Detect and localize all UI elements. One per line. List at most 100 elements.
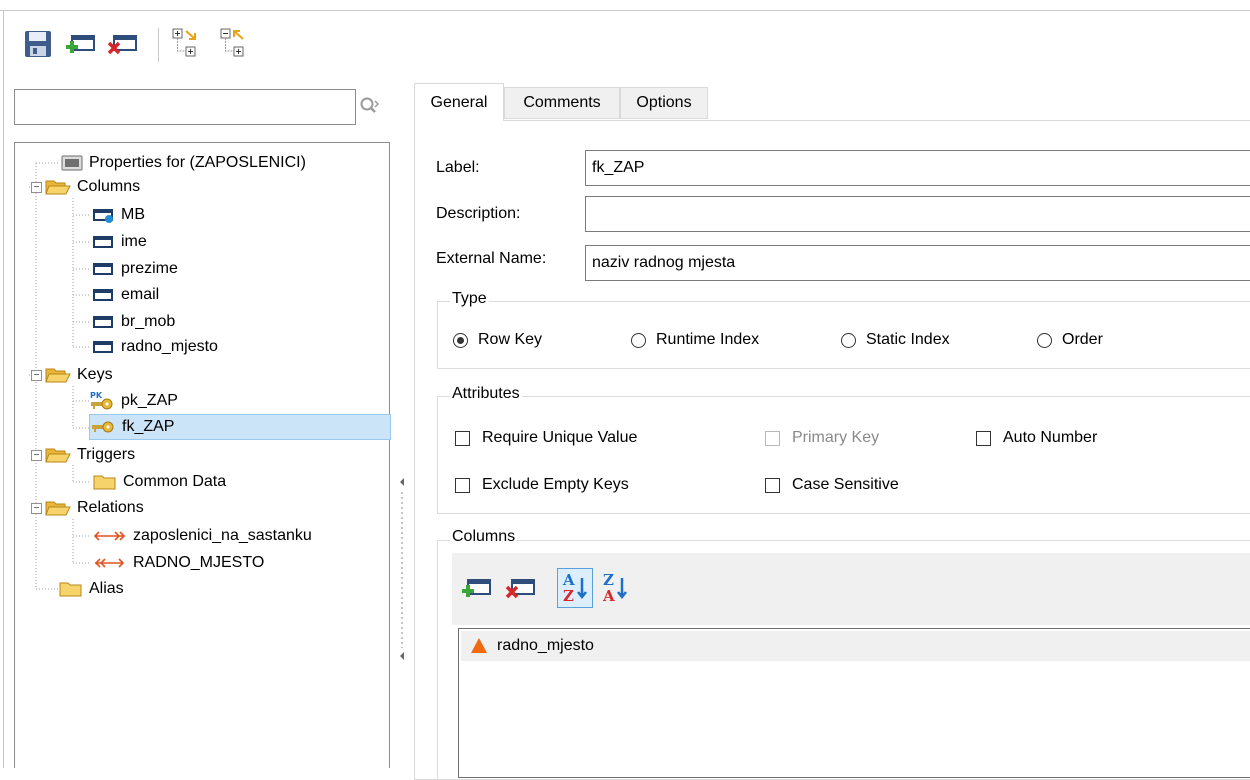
checkbox-label: Exclude Empty Keys (482, 476, 629, 493)
external-name-input[interactable]: naziv radnog mjesta (585, 245, 1250, 281)
search-icon (360, 97, 380, 113)
tree-item-common-data[interactable]: Common Data (93, 469, 226, 495)
keys-expander[interactable]: − (31, 370, 42, 381)
primary-key-icon: PK (90, 391, 113, 410)
relations-expander[interactable]: − (31, 503, 42, 514)
add-key-button[interactable] (62, 26, 98, 62)
warning-triangle-icon (471, 638, 487, 653)
tab-bar: General Comments Options (414, 83, 1250, 121)
tab-label: General (430, 93, 488, 111)
tree-item-label: Alias (89, 580, 124, 597)
row-key-radio[interactable]: Row Key (453, 331, 542, 349)
tree-search-input[interactable] (14, 89, 356, 125)
radio-label: Order (1062, 331, 1103, 348)
triggers-expander[interactable]: − (31, 450, 42, 461)
require-unique-checkbox[interactable]: Require Unique Value (455, 429, 637, 447)
tree-item-key-pk[interactable]: PK pk_ZAP (89, 388, 178, 414)
tree-item-column-radno-mjesto[interactable]: radno_mjesto (93, 334, 218, 360)
remove-column-button[interactable] (502, 568, 538, 608)
column-icon (93, 316, 113, 328)
runtime-index-radio[interactable]: Runtime Index (631, 331, 759, 349)
columns-expander[interactable]: − (31, 182, 42, 193)
tree-item-label: radno_mjesto (121, 338, 218, 355)
case-sensitive-checkbox[interactable]: Case Sensitive (765, 476, 899, 494)
tree-item-triggers[interactable]: Triggers (45, 442, 135, 468)
expand-tree-icon (172, 28, 196, 57)
exclude-empty-keys-checkbox[interactable]: Exclude Empty Keys (455, 476, 629, 494)
label-input[interactable]: fk_ZAP (585, 150, 1250, 186)
checkbox-unchecked (765, 477, 780, 493)
svg-text:A: A (602, 587, 615, 605)
column-icon (93, 341, 113, 353)
static-index-radio[interactable]: Static Index (841, 331, 950, 349)
tree-item-key-fk[interactable]: fk_ZAP (89, 414, 391, 440)
column-icon (93, 263, 113, 275)
sort-ascending-button[interactable]: A Z (557, 568, 593, 608)
type-group-title: Type (450, 290, 489, 308)
tree-item-relation-zaposlenici[interactable]: zaposlenici_na_sastanku (93, 523, 312, 549)
search-button[interactable] (356, 92, 384, 120)
tree-item-column-br-mob[interactable]: br_mob (93, 309, 175, 335)
radio-unselected (1037, 332, 1052, 348)
tree-item-label: MB (121, 206, 145, 223)
collapse-all-button[interactable] (216, 26, 252, 62)
delete-key-button[interactable] (104, 26, 140, 62)
tab-options[interactable]: Options (620, 87, 708, 119)
auto-number-checkbox[interactable]: Auto Number (976, 429, 1097, 447)
splitter-grip (400, 478, 404, 660)
label-field-label: Label: (436, 159, 480, 176)
tree-item-column-mb[interactable]: MB (93, 202, 145, 228)
window-left-border (3, 10, 4, 768)
panel-splitter[interactable] (398, 470, 406, 670)
columns-group-title: Columns (450, 528, 518, 546)
attributes-group-title: Attributes (450, 385, 522, 403)
floppy-disk-icon (25, 31, 51, 57)
sort-descending-icon: Z A (602, 571, 627, 605)
tab-general[interactable]: General (414, 83, 504, 121)
svg-text:Z: Z (563, 587, 574, 605)
order-radio[interactable]: Order (1037, 331, 1103, 349)
tab-label: Options (636, 94, 692, 111)
relation-arrow-icon (93, 531, 126, 541)
toolbar-separator (158, 28, 159, 62)
tree-item-label: Relations (77, 499, 144, 516)
list-item[interactable]: radno_mjesto (461, 631, 1250, 661)
tree-item-label: Keys (77, 366, 113, 383)
tree-item-columns[interactable]: Columns (45, 174, 140, 200)
tree-item-keys[interactable]: Keys (45, 362, 113, 388)
tree-item-label: Triggers (77, 446, 136, 463)
radio-selected (453, 332, 468, 348)
tree-item-properties[interactable]: Properties for (ZAPOSLENICI) (61, 150, 306, 176)
add-column-button[interactable] (458, 568, 494, 608)
key-columns-list[interactable]: radno_mjesto (458, 628, 1250, 778)
tree-item-relations[interactable]: Relations (45, 495, 144, 521)
checkbox-label: Require Unique Value (482, 429, 638, 446)
sort-descending-button[interactable]: Z A (597, 568, 633, 608)
key-icon (92, 421, 114, 433)
external-name-field-label: External Name: (436, 250, 547, 267)
description-input[interactable] (585, 196, 1250, 232)
open-folder-icon (45, 180, 71, 195)
column-icon (93, 236, 113, 248)
radio-label: Row Key (478, 331, 543, 348)
tree-item-relation-radno-mjesto[interactable]: RADNO_MJESTO (93, 550, 264, 576)
tab-comments[interactable]: Comments (504, 87, 620, 119)
description-field-label: Description: (436, 205, 521, 222)
tree-item-label: ime (121, 233, 147, 250)
checkbox-unchecked (455, 477, 470, 493)
primary-column-icon (93, 209, 113, 223)
list-item-label: radno_mjesto (497, 637, 594, 654)
radio-label: Runtime Index (656, 331, 760, 348)
tree-item-column-email[interactable]: email (93, 282, 159, 308)
tree-item-alias[interactable]: Alias (59, 576, 124, 602)
save-button[interactable] (20, 26, 56, 62)
add-row-icon (66, 35, 95, 53)
tree-item-column-ime[interactable]: ime (93, 229, 147, 255)
expand-all-button[interactable] (168, 26, 204, 62)
object-tree[interactable]: − − − − Properties for (ZAPOSLENICI) Col… (14, 142, 391, 768)
attributes-group (437, 396, 1250, 514)
tree-item-column-prezime[interactable]: prezime (93, 256, 178, 282)
folder-icon (59, 582, 82, 597)
checkbox-label: Primary Key (792, 429, 880, 446)
tree-item-label: Common Data (123, 473, 227, 490)
